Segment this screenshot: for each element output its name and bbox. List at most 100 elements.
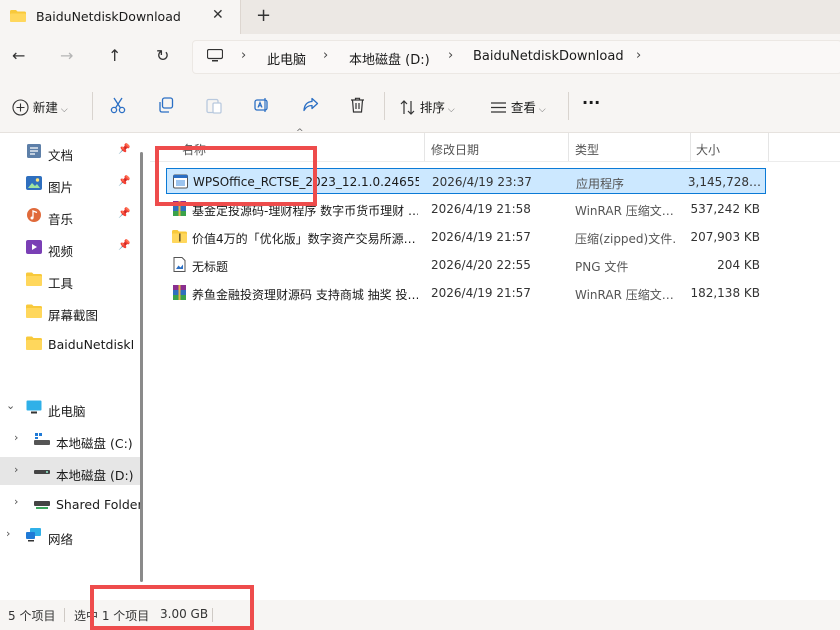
chevron-down-icon[interactable]: ⌄: [6, 399, 15, 412]
toolbar-divider: [92, 92, 93, 120]
sort-ascending-icon: ^: [296, 128, 304, 138]
pin-icon: 📌: [118, 240, 131, 251]
column-divider[interactable]: [568, 133, 569, 161]
sidebar-item-shared-folders[interactable]: › Shared Folders: [0, 489, 141, 517]
winrar-icon: [173, 285, 186, 300]
folder-icon: [10, 10, 26, 22]
sidebar-scrollbar[interactable]: [140, 152, 143, 582]
chevron-right-icon[interactable]: ›: [14, 431, 18, 444]
column-divider[interactable]: [768, 133, 769, 161]
item-count: 5 个项目: [8, 609, 56, 623]
chevron-right-icon[interactable]: ›: [14, 463, 18, 476]
cut-button[interactable]: [110, 97, 126, 117]
sidebar-item-drive-d[interactable]: › 本地磁盘 (D:): [0, 457, 140, 485]
sidebar-item-music[interactable]: 音乐 📌: [0, 201, 140, 229]
view-button-label: 查看: [510, 100, 536, 115]
chevron-right-icon[interactable]: ›: [6, 527, 10, 540]
column-header-modified[interactable]: 修改日期: [431, 141, 479, 158]
new-tab-button[interactable]: +: [256, 5, 271, 26]
view-list-icon: [491, 102, 506, 113]
sidebar-item-drive-c[interactable]: › 本地磁盘 (C:): [0, 425, 140, 453]
file-row[interactable]: 基金定投源码-理财程序 数字币货币理财 … 2026/4/19 21:58 Wi…: [166, 196, 764, 222]
sidebar-item-screenshots[interactable]: 屏幕截图: [0, 297, 140, 325]
sort-button-label: 排序: [419, 100, 445, 115]
trash-icon: [351, 97, 364, 113]
pictures-icon: [26, 176, 42, 190]
column-header-row: ^ 名称 修改日期 类型 大小: [150, 128, 840, 162]
status-divider: [212, 608, 213, 622]
folder-icon: [26, 304, 42, 318]
breadcrumb-separator: ›: [241, 48, 247, 63]
breadcrumb-drive-d[interactable]: 本地磁盘 (D:): [349, 49, 430, 68]
drive-c-icon: [34, 433, 50, 445]
new-button[interactable]: 新建 ⌵: [12, 97, 68, 116]
file-row[interactable]: 无标题 2026/4/20 22:55 PNG 文件 204 KB: [166, 252, 764, 278]
column-header-type[interactable]: 类型: [575, 141, 599, 158]
status-divider: [64, 608, 65, 622]
file-type: 应用程序: [576, 177, 625, 191]
file-row[interactable]: WPSOffice_RCTSE_2023_12.1.0.24655_… 2026…: [166, 168, 766, 194]
selection-count: 选中 1 个项目: [74, 609, 150, 623]
file-type: WinRAR 压缩文…: [575, 204, 674, 218]
file-size: 204 KB: [717, 258, 760, 272]
navigation-bar: ← → ↑ ↻ › 此电脑 › 本地磁盘 (D:) › BaiduNetdisk…: [0, 34, 840, 80]
sidebar-item-this-pc[interactable]: ⌄ 此电脑: [0, 393, 140, 421]
toolbar-divider: [568, 92, 569, 120]
navigation-pane: 文档 📌 图片 📌 音乐 📌 视频 📌 工具 屏幕截图 BaiduNetdisk…: [0, 133, 146, 600]
status-bar: 5 个项目 选中 1 个项目 3.00 GB: [0, 600, 840, 630]
file-row[interactable]: 养鱼金融投资理财源码 支持商城 抽奖 投… 2026/4/19 21:57 Wi…: [166, 280, 764, 306]
pin-icon: 📌: [118, 144, 131, 155]
sidebar-item-label: 工具: [48, 276, 74, 291]
sidebar-item-label: 此电脑: [48, 404, 86, 419]
up-button[interactable]: ↑: [108, 46, 121, 65]
sidebar-item-videos[interactable]: 视频 📌: [0, 233, 140, 261]
column-header-size[interactable]: 大小: [696, 141, 720, 158]
computer-icon: [26, 400, 42, 414]
rename-icon: [254, 98, 268, 112]
sidebar-item-label: 屏幕截图: [48, 308, 99, 323]
tab-bar: BaiduNetdiskDownload ✕ +: [0, 0, 840, 34]
sort-button[interactable]: 排序 ⌵: [400, 97, 455, 116]
more-options-icon[interactable]: ···: [582, 93, 600, 112]
back-button[interactable]: ←: [12, 46, 25, 65]
file-modified: 2026/4/19 23:37: [432, 175, 532, 189]
sidebar-item-documents[interactable]: 文档 📌: [0, 137, 140, 165]
sidebar-item-pictures[interactable]: 图片 📌: [0, 169, 140, 197]
column-divider[interactable]: [424, 133, 425, 161]
forward-button[interactable]: →: [60, 46, 73, 65]
column-divider[interactable]: [690, 133, 691, 161]
file-row[interactable]: 价值4万的「优化版」数字资产交易所源… 2026/4/19 21:57 压缩(z…: [166, 224, 764, 250]
breadcrumb-separator: ›: [323, 48, 329, 63]
address-bar[interactable]: › 此电脑 › 本地磁盘 (D:) › BaiduNetdiskDownload…: [192, 40, 840, 74]
breadcrumb-this-pc[interactable]: 此电脑: [267, 49, 306, 68]
view-button[interactable]: 查看 ⌵: [490, 97, 546, 116]
paste-icon: [206, 98, 222, 114]
network-drive-icon: [34, 501, 50, 509]
sidebar-item-baidunetdisk[interactable]: BaiduNetdiskDownload: [0, 329, 140, 357]
chevron-right-icon[interactable]: ›: [14, 495, 18, 508]
close-tab-icon[interactable]: ✕: [212, 7, 224, 23]
delete-button[interactable]: [350, 97, 365, 116]
sidebar-item-tools[interactable]: 工具: [0, 265, 140, 293]
share-button[interactable]: [302, 97, 319, 116]
file-size: 207,903 KB: [690, 230, 760, 244]
sort-icon: [400, 100, 415, 115]
sidebar-item-label: 本地磁盘 (D:): [56, 468, 134, 483]
refresh-button[interactable]: ↻: [156, 46, 169, 65]
rename-button[interactable]: [254, 97, 270, 116]
exe-icon: [173, 174, 188, 189]
selection-size: 3.00 GB: [160, 607, 209, 621]
breadcrumb-folder[interactable]: BaiduNetdiskDownload: [473, 49, 624, 64]
sidebar-item-label: BaiduNetdiskDownload: [48, 337, 133, 352]
copy-icon: [159, 97, 174, 113]
breadcrumb-separator: ›: [448, 48, 454, 63]
copy-button[interactable]: [158, 97, 174, 116]
command-bar: 新建 ⌵ 排序 ⌵ 查看 ⌵ ···: [0, 80, 840, 133]
computer-icon: [207, 49, 223, 62]
winrar-icon: [173, 201, 186, 216]
folder-icon: [26, 272, 42, 286]
paste-button[interactable]: [206, 97, 222, 117]
tab-active[interactable]: BaiduNetdiskDownload ✕: [0, 0, 241, 34]
sidebar-item-network[interactable]: › 网络: [0, 521, 140, 549]
column-header-name[interactable]: 名称: [182, 141, 206, 158]
